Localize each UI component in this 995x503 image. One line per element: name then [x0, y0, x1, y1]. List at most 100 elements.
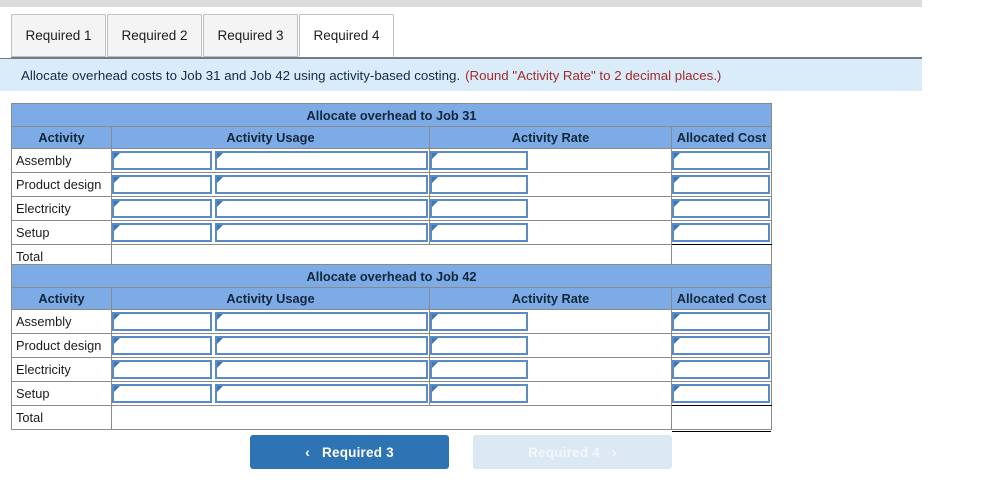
table-header-row: Activity Activity Usage Activity Rate Al… [11, 287, 773, 310]
table-row: Assembly [11, 309, 773, 334]
instruction-banner: Allocate overhead costs to Job 31 and Jo… [0, 58, 922, 91]
cell-allocated-cost [670, 196, 773, 221]
table-total-row: Total [11, 405, 773, 433]
input-allocated-cost[interactable] [672, 151, 771, 170]
cell-activity-rate [429, 333, 672, 358]
input-allocated-cost[interactable] [672, 175, 771, 194]
table-title: Allocate overhead to Job 42 [10, 264, 773, 288]
table-title-row: Allocate overhead to Job 42 [10, 264, 773, 288]
column-header-activity-usage: Activity Usage [111, 126, 430, 149]
navigation-bar: ‹ Required 3 Required 4 › [0, 432, 922, 472]
input-usage-unit[interactable] [215, 384, 428, 403]
cell-activity-usage [111, 381, 430, 406]
cell-activity-rate [429, 357, 672, 382]
input-allocated-cost[interactable] [672, 199, 771, 218]
input-usage-value[interactable] [112, 360, 212, 379]
input-usage-unit[interactable] [215, 175, 428, 194]
cell-allocated-cost [670, 220, 773, 245]
input-allocated-cost[interactable] [672, 360, 771, 379]
table-row: Product design [11, 333, 773, 358]
cell-activity-usage [111, 172, 430, 197]
input-allocated-cost[interactable] [672, 384, 771, 403]
prev-required-label: Required 3 [322, 444, 394, 460]
input-usage-unit[interactable] [215, 336, 428, 355]
row-label-total: Total [11, 405, 112, 430]
next-required-button[interactable]: Required 4 › [473, 435, 672, 469]
cell-activity-usage [111, 148, 430, 173]
tab-required-4[interactable]: Required 4 [299, 14, 394, 57]
allocate-overhead-job42-table: Allocate overhead to Job 42 Activity Act… [10, 264, 773, 433]
cell-allocated-cost [670, 333, 773, 358]
input-usage-value[interactable] [112, 384, 212, 403]
input-activity-rate[interactable] [430, 360, 528, 379]
tab-required-1[interactable]: Required 1 [11, 14, 106, 57]
table-row: Product design [11, 172, 773, 197]
tab-label: Required 1 [25, 28, 92, 43]
input-usage-value[interactable] [112, 199, 212, 218]
input-usage-value[interactable] [112, 312, 212, 331]
input-usage-value[interactable] [112, 336, 212, 355]
table-header-row: Activity Activity Usage Activity Rate Al… [11, 126, 773, 149]
table-row: Setup [11, 381, 773, 406]
cell-activity-usage [111, 309, 430, 334]
tab-label: Required 2 [121, 28, 188, 43]
row-label-setup: Setup [11, 220, 112, 245]
cell-activity-usage [111, 357, 430, 382]
total-allocated-cost [670, 405, 773, 433]
cell-allocated-cost [670, 148, 773, 173]
input-usage-unit[interactable] [215, 199, 428, 218]
tab-required-3[interactable]: Required 3 [203, 14, 298, 57]
table-title: Allocate overhead to Job 31 [10, 103, 773, 127]
input-activity-rate[interactable] [430, 199, 528, 218]
cell-activity-rate [429, 196, 672, 221]
row-label-product-design: Product design [11, 333, 112, 358]
row-label-assembly: Assembly [11, 148, 112, 173]
input-usage-value[interactable] [112, 151, 212, 170]
tab-label: Required 3 [217, 28, 284, 43]
chevron-right-icon: › [611, 444, 617, 460]
input-activity-rate[interactable] [430, 312, 528, 331]
table-row: Assembly [11, 148, 773, 173]
cell-allocated-cost [670, 309, 773, 334]
next-required-label: Required 4 [528, 444, 600, 460]
column-header-activity-rate: Activity Rate [429, 126, 672, 149]
input-usage-unit[interactable] [215, 151, 428, 170]
column-header-allocated-cost: Allocated Cost [670, 126, 773, 149]
input-allocated-cost[interactable] [672, 312, 771, 331]
input-usage-value[interactable] [112, 223, 212, 242]
input-activity-rate[interactable] [430, 223, 528, 242]
input-usage-value[interactable] [112, 175, 212, 194]
column-header-activity-rate: Activity Rate [429, 287, 672, 310]
table-row: Setup [11, 220, 773, 245]
tab-label: Required 4 [313, 28, 380, 43]
input-usage-unit[interactable] [215, 360, 428, 379]
instruction-hint: (Round "Activity Rate" to 2 decimal plac… [465, 67, 722, 83]
cell-activity-rate [429, 220, 672, 245]
table-row: Electricity [11, 196, 773, 221]
input-activity-rate[interactable] [430, 384, 528, 403]
allocate-overhead-job31-table: Allocate overhead to Job 31 Activity Act… [10, 103, 773, 272]
input-allocated-cost[interactable] [672, 223, 771, 242]
input-allocated-cost[interactable] [672, 336, 771, 355]
cell-activity-usage [111, 220, 430, 245]
row-label-assembly: Assembly [11, 309, 112, 334]
column-header-allocated-cost: Allocated Cost [670, 287, 773, 310]
column-header-activity: Activity [11, 126, 112, 149]
input-usage-unit[interactable] [215, 223, 428, 242]
tab-required-2[interactable]: Required 2 [107, 14, 202, 57]
table-title-row: Allocate overhead to Job 31 [10, 103, 773, 127]
row-label-electricity: Electricity [11, 357, 112, 382]
chevron-left-icon: ‹ [305, 444, 311, 460]
input-activity-rate[interactable] [430, 175, 528, 194]
input-activity-rate[interactable] [430, 336, 528, 355]
prev-required-button[interactable]: ‹ Required 3 [250, 435, 449, 469]
input-activity-rate[interactable] [430, 151, 528, 170]
input-usage-unit[interactable] [215, 312, 428, 331]
cell-allocated-cost [670, 357, 773, 382]
column-header-activity: Activity [11, 287, 112, 310]
cell-activity-rate [429, 172, 672, 197]
top-gray-strip [0, 0, 922, 7]
cell-allocated-cost [670, 381, 773, 406]
table-row: Electricity [11, 357, 773, 382]
row-label-product-design: Product design [11, 172, 112, 197]
